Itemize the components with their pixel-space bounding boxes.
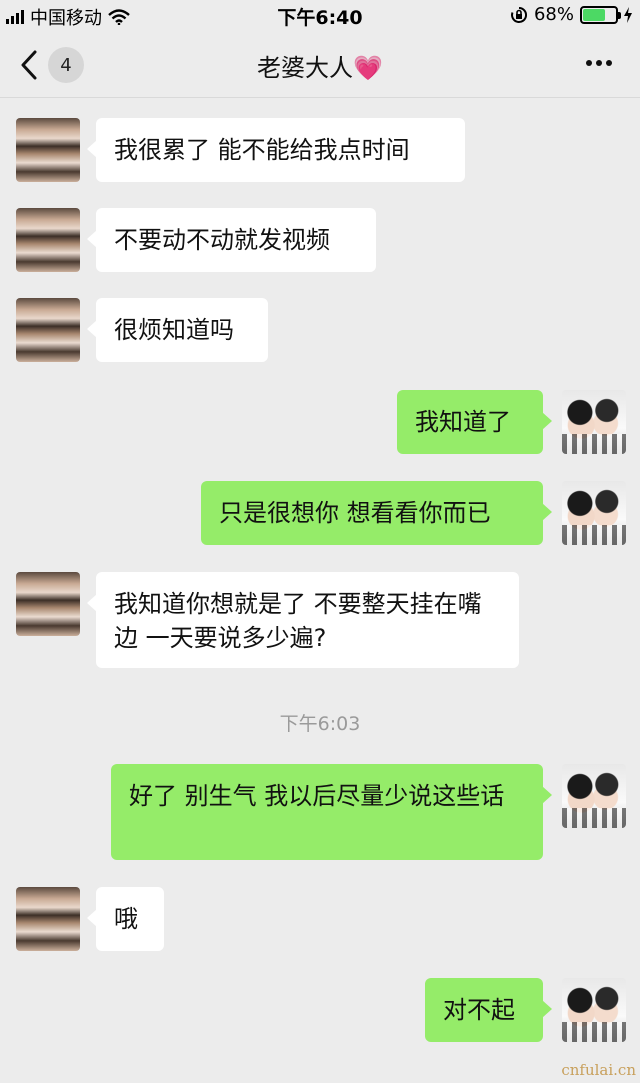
message-bubble-incoming[interactable]: 很烦知道吗 <box>87 298 268 362</box>
avatar[interactable] <box>16 208 80 272</box>
avatar[interactable] <box>16 887 80 951</box>
avatar[interactable] <box>562 764 626 828</box>
orientation-lock-icon <box>511 6 527 23</box>
status-bar: 中国移动 下午6:40 68% <box>0 0 640 30</box>
battery-icon <box>580 5 621 24</box>
message-timestamp: 下午6:03 <box>279 713 361 735</box>
more-dots-icon <box>586 60 592 66</box>
message-bubble-outgoing[interactable]: 只是很想你 想看看你而已 <box>201 481 552 545</box>
avatar[interactable] <box>562 390 626 454</box>
avatar[interactable] <box>562 978 626 1042</box>
status-right: 68% <box>510 4 632 25</box>
avatar[interactable] <box>562 481 626 545</box>
message-bubble-outgoing[interactable]: 对不起 <box>425 978 552 1042</box>
battery-percent: 68% <box>533 4 574 25</box>
avatar[interactable] <box>16 118 80 182</box>
avatar[interactable] <box>16 298 80 362</box>
avatar[interactable] <box>16 572 80 636</box>
watermark: cnfulai.cn <box>561 1061 636 1079</box>
chat-header: 4 老婆大人💗 <box>0 30 640 98</box>
message-bubble-outgoing[interactable]: 我知道了 <box>397 390 552 454</box>
more-options-button[interactable] <box>586 54 618 72</box>
battery-fill <box>583 8 605 21</box>
message-bubble-incoming[interactable]: 不要动不动就发视频 <box>87 208 376 272</box>
message-bubble-incoming[interactable]: 哦 <box>87 887 164 951</box>
chat-title: 老婆大人💗 <box>257 54 383 82</box>
message-bubble-incoming[interactable]: 我知道你想就是了 不要整天挂在嘴边 一天要说多少遍? <box>87 572 519 668</box>
message-bubble-outgoing[interactable]: 好了 别生气 我以后尽量少说这些话 <box>111 764 552 860</box>
charging-bolt-icon <box>624 6 632 23</box>
message-bubble-incoming[interactable]: 我很累了 能不能给我点时间 <box>87 118 465 182</box>
